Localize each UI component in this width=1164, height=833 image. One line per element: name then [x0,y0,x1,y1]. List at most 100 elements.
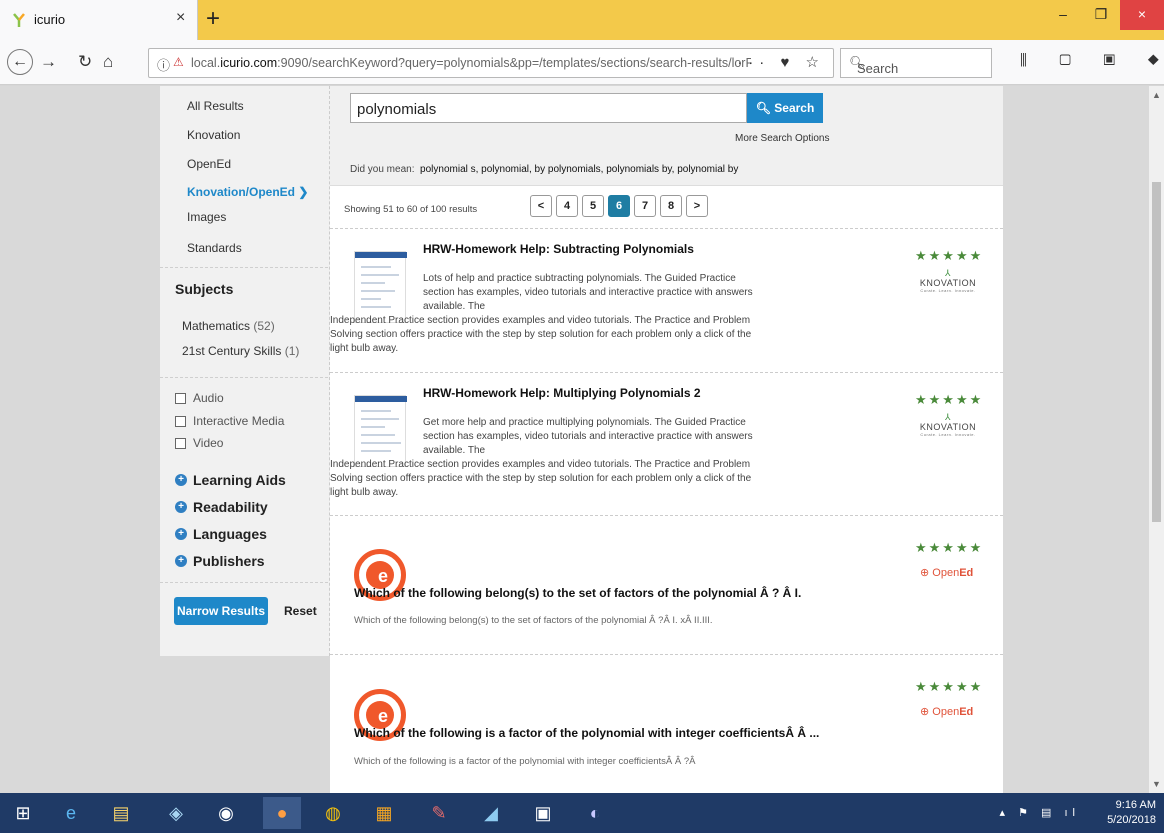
filter-sidebar: All Results Knovation OpenEd Knovation/O… [160,86,330,656]
firefox-icon[interactable]: ● [263,797,301,829]
page-viewport: All Results Knovation OpenEd Knovation/O… [0,86,1164,793]
page-actions-icons[interactable]: ··· ♥ ☆ [737,53,825,71]
plus-circle-icon: + [175,528,187,540]
did-you-mean: Did you mean: polynomial s, polynomial, … [350,164,739,175]
sidebar-divider [160,267,328,268]
pagination-bar: Showing 51 to 60 of 100 results < 4 5 6 … [330,186,1003,229]
filter-interactive-media-checkbox[interactable]: Interactive Media [175,414,284,428]
checkbox-icon[interactable] [175,437,186,449]
checkbox-icon[interactable] [175,415,186,427]
result-item: HRW-Homework Help: Subtracting Polynomia… [330,229,1003,373]
home-icon[interactable]: ⌂ [103,52,113,72]
sidebar-link-all-results[interactable]: All Results [187,99,244,113]
windows-taskbar: ⊞ e ▤ ◈ ◉ ● ◍ ▦ ✎ ◢ ▣ ◐ ▴ ⚑ ▤ ıl 9:16 AM… [0,793,1164,833]
knovation-logo: ⅄ KNOVATION Curate. Learn. Innovate. [919,412,977,438]
insecure-lock-icon[interactable]: ⚠ [173,55,184,69]
facet-languages[interactable]: + Languages [175,526,267,542]
browser-tab-icurio[interactable]: icurio × [0,0,198,40]
tab-close-icon[interactable]: × [176,9,185,27]
sidebar-link-opened[interactable]: OpenEd [187,157,231,171]
back-icon[interactable]: ← [7,49,33,75]
toolbar-icons[interactable]: ⫼ ▢ ▣ ◆ ≡ [1020,52,1164,69]
search-icon: 🔍︎ [755,101,771,115]
minimize-button[interactable]: – [1044,0,1082,30]
star-rating: ★★★★★ [915,248,984,263]
url-text[interactable]: local.icurio.com:9090/searchKeyword?quer… [191,56,751,70]
result-item: HRW-Homework Help: Multiplying Polynomia… [330,373,1003,516]
page-8-button[interactable]: 8 [660,195,682,217]
info-icon[interactable]: ⓘ [157,55,170,74]
forward-icon[interactable]: → [40,52,57,72]
chrome-icon[interactable]: ◍ [314,797,352,829]
url-bar[interactable]: ⓘ ⚠ local.icurio.com:9090/searchKeyword?… [148,48,834,78]
next-page-button[interactable]: > [686,195,708,217]
sidebar-link-knovation[interactable]: Knovation [187,128,240,142]
icurio-favicon-icon [13,13,25,27]
close-window-button[interactable]: × [1120,0,1164,30]
app-icon[interactable]: ▦ [365,797,403,829]
sidebar-link-images[interactable]: Images [187,210,226,224]
reset-button[interactable]: Reset [284,604,317,618]
app-icon[interactable]: ◢ [472,797,510,829]
new-tab-button[interactable]: + [206,5,220,33]
result-description: Which of the following is a factor of th… [354,756,696,767]
eclipse-icon[interactable]: ◐ [576,797,614,829]
more-search-options-link[interactable]: More Search Options [735,133,830,144]
page-4-button[interactable]: 4 [556,195,578,217]
star-rating: ★★★★★ [915,679,984,694]
result-description: Which of the following belong(s) to the … [354,615,713,626]
reload-icon[interactable]: ↻ [78,52,92,72]
subject-21st-century-skills[interactable]: 21st Century Skills (1) [182,344,299,358]
search-button[interactable]: 🔍︎ Search [747,93,823,123]
result-description: Get more help and practice multiplying p… [423,417,753,456]
narrow-results-button[interactable]: Narrow Results [174,597,268,625]
result-title[interactable]: Which of the following belong(s) to the … [354,586,801,600]
sidebar-divider [160,582,328,583]
search-header: polynomials 🔍︎ Search More Search Option… [330,86,1003,186]
scrollbar-thumb[interactable] [1152,182,1161,522]
browser-search-field[interactable]: 🔍︎ Search [840,48,992,78]
facet-publishers[interactable]: + Publishers [175,553,265,569]
page-5-button[interactable]: 5 [582,195,604,217]
scroll-up-icon[interactable]: ▲ [1152,90,1161,100]
page-7-button[interactable]: 7 [634,195,656,217]
page-scrollbar[interactable]: ▲ ▼ [1149,86,1164,793]
pager: < 4 5 6 7 8 > [530,195,712,217]
sidebar-link-standards[interactable]: Standards [187,241,242,255]
sidebar-link-knovation-opened[interactable]: Knovation/OpenEd ❯ [187,185,308,199]
facet-readability[interactable]: + Readability [175,499,268,515]
result-item: e Which of the following is a factor of … [330,655,1003,793]
page-6-button[interactable]: 6 [608,195,630,217]
internet-explorer-icon[interactable]: e [52,797,90,829]
filter-video-checkbox[interactable]: Video [175,436,223,450]
browser-tab-bar: icurio × + – ❐ × [0,0,1164,40]
result-title[interactable]: HRW-Homework Help: Multiplying Polynomia… [423,386,701,400]
taskbar-clock[interactable]: 9:16 AM 5/20/2018 [1107,798,1156,828]
subjects-heading: Subjects [175,281,234,297]
plus-circle-icon: + [175,474,187,486]
result-description-continued: Independent Practice section provides ex… [330,315,752,354]
facet-learning-aids[interactable]: + Learning Aids [175,472,286,488]
knovation-logo: ⅄ KNOVATION Curate. Learn. Innovate. [919,268,977,294]
app-icon[interactable]: ◉ [207,797,245,829]
scroll-down-icon[interactable]: ▼ [1152,779,1161,789]
file-explorer-icon[interactable]: ▤ [102,797,140,829]
subject-mathematics[interactable]: Mathematics (52) [182,319,275,333]
result-title[interactable]: Which of the following is a factor of th… [354,726,819,740]
result-thumbnail[interactable] [354,395,407,467]
restore-button[interactable]: ❐ [1082,0,1120,30]
result-title[interactable]: HRW-Homework Help: Subtracting Polynomia… [423,242,694,256]
app-icon[interactable]: ▣ [524,797,562,829]
result-thumbnail[interactable] [354,251,407,323]
prev-page-button[interactable]: < [530,195,552,217]
system-tray-icons[interactable]: ▴ ⚑ ▤ ıl [1000,806,1080,819]
app-icon[interactable]: ◈ [157,797,195,829]
sidebar-divider [160,377,328,378]
filter-audio-checkbox[interactable]: Audio [175,391,224,405]
checkbox-icon[interactable] [175,392,186,404]
app-icon[interactable]: ✎ [420,797,458,829]
plus-circle-icon: + [175,555,187,567]
did-you-mean-suggestions[interactable]: polynomial s, polynomial, by polynomials… [420,164,738,175]
search-input[interactable]: polynomials [350,93,747,123]
windows-start-icon[interactable]: ⊞ [4,797,42,829]
